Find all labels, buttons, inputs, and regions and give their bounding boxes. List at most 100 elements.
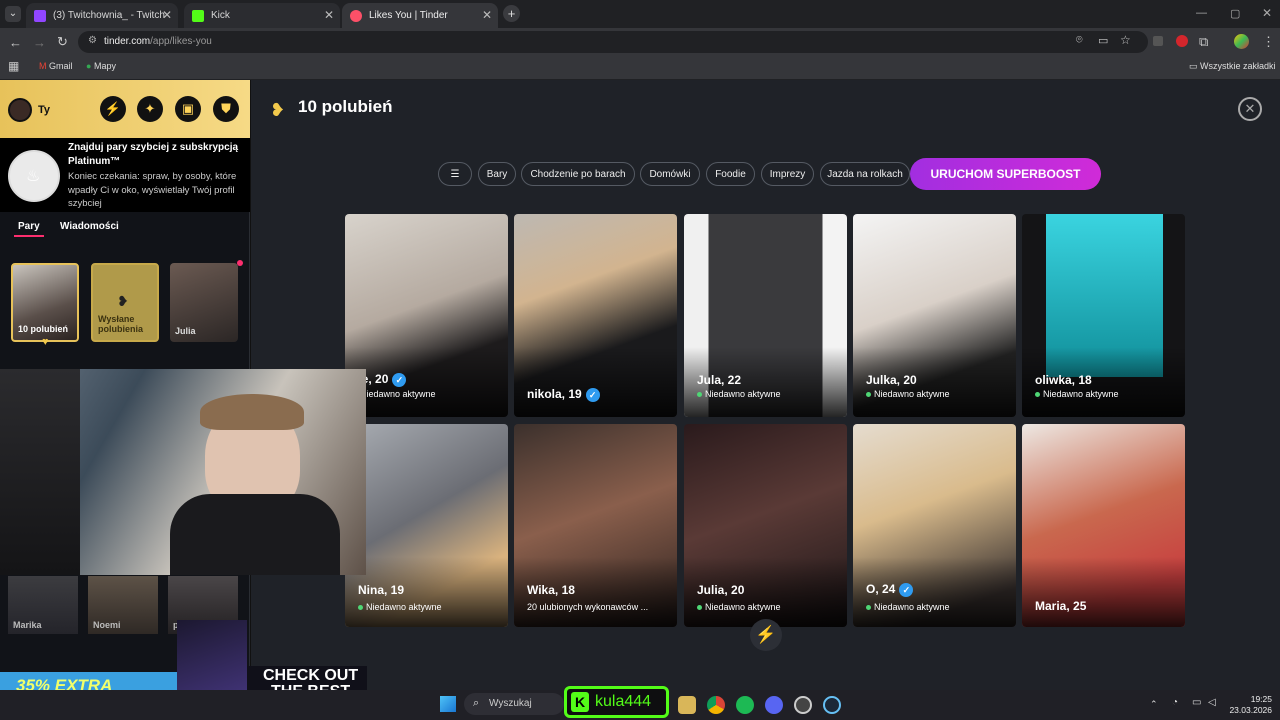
bookmark-gmail[interactable]: M Gmail <box>39 61 73 71</box>
all-bookmarks-button[interactable]: ▭ Wszystkie zakładki <box>1189 61 1276 72</box>
profile-card[interactable]: Maria, 25 <box>1022 424 1185 627</box>
profile-name: nikola, 19 <box>527 387 582 402</box>
discord-icon[interactable] <box>765 696 783 714</box>
display-icon[interactable]: ▭ <box>1192 697 1201 708</box>
filter-chip[interactable]: Imprezy <box>761 162 814 186</box>
taskbar-search[interactable]: ⌕ Wyszukaj <box>464 693 564 715</box>
tab-kick[interactable]: Kick ✕ <box>184 3 340 28</box>
url-field[interactable]: ⚙ tinder.com/app/likes-you ⌾ ▭ ☆ <box>78 31 1148 53</box>
profile-name: Jula, 22 <box>697 373 742 387</box>
profile-card[interactable]: oliwka, 18 <box>1022 214 1185 417</box>
clock-date: 23.03.2026 <box>1229 705 1272 715</box>
apps-grid-icon[interactable]: ▦ <box>8 59 19 73</box>
clock[interactable]: 19:25 23.03.2026 <box>1228 694 1272 716</box>
tab-messages[interactable]: Wiadomości <box>60 221 119 232</box>
card-shade <box>514 347 677 417</box>
back-icon[interactable]: ← <box>9 35 22 50</box>
likes-count-card[interactable]: 10 polubień <box>11 263 79 342</box>
profile-avatar[interactable] <box>1234 34 1249 49</box>
bookmark-label: Gmail <box>49 61 73 71</box>
webcam-overlay <box>0 369 366 575</box>
close-window-button[interactable]: ✕ <box>1262 6 1272 20</box>
sent-hearts-icon: ❥ <box>117 293 129 309</box>
search-placeholder: Wyszukaj <box>489 698 532 709</box>
filter-chip[interactable]: Chodzenie po barach <box>521 162 635 186</box>
tab-twitch[interactable]: (3) Twitchownia_ - Twitch ✕ <box>26 3 178 28</box>
boost-bolt-button[interactable]: ⚡ <box>750 619 782 651</box>
match-card-noemi[interactable]: Noemi <box>88 576 158 634</box>
card-shade <box>1022 557 1185 627</box>
briefcase-icon[interactable]: ▣ <box>175 96 201 122</box>
verified-badge-icon: ✓ <box>585 388 600 402</box>
profile-name: O, 24 <box>866 582 896 597</box>
profile-card[interactable]: Jula, 22 <box>684 214 847 417</box>
cast-icon[interactable]: ▭ <box>1098 34 1108 47</box>
spotify-icon[interactable] <box>736 696 754 714</box>
tab-matches[interactable]: Pary <box>18 221 40 232</box>
filter-settings-button[interactable]: ☰ <box>438 162 472 186</box>
match-card-julia[interactable]: Julia <box>170 263 238 342</box>
profile-card[interactable]: Wika, 18 20 ulubionych wykonawców ... <box>514 424 677 627</box>
extension-red-icon[interactable] <box>1176 35 1188 47</box>
profile-card[interactable]: O, 24 ✓ Niedawno aktywne <box>853 424 1016 627</box>
filter-chip[interactable]: Foodie <box>706 162 755 186</box>
tab-search-button[interactable]: ⌄ <box>5 6 21 22</box>
twitch-icon <box>34 9 46 22</box>
maximize-button[interactable]: ▢ <box>1230 7 1240 20</box>
volume-icon[interactable]: ◁ <box>1208 697 1216 708</box>
site-info-icon[interactable]: ⚙ <box>88 35 97 46</box>
close-icon[interactable]: ✕ <box>1238 97 1262 121</box>
folder-icon: ▭ <box>1189 61 1198 71</box>
profile-card[interactable]: Julia, 20 Niedawno aktywne <box>684 424 847 627</box>
sent-likes-card[interactable]: ❥ Wysłane polubienia <box>91 263 159 342</box>
tab-tinder[interactable]: Likes You | Tinder ✕ <box>342 3 498 28</box>
gold-hearts-icon: ❥ <box>270 100 286 120</box>
status-text: Niedawno aktywne <box>1043 389 1119 399</box>
bookmark-maps[interactable]: ● Mapy <box>86 61 116 71</box>
menu-dots-icon[interactable]: ⋮ <box>1262 34 1275 50</box>
profile-name-row: O, 24 ✓ <box>866 582 914 597</box>
maps-pin-icon: ● <box>86 61 92 71</box>
user-avatar[interactable] <box>8 98 32 122</box>
new-tab-button[interactable]: + <box>503 5 520 22</box>
profile-name: Julka, 20 <box>866 373 917 387</box>
close-tab-icon[interactable]: ✕ <box>162 8 172 22</box>
user-name[interactable]: Ty <box>38 104 50 116</box>
extension-icon[interactable] <box>1153 36 1163 46</box>
close-tab-icon[interactable]: ✕ <box>482 8 492 22</box>
online-dot <box>866 605 871 611</box>
forward-icon[interactable]: → <box>33 35 46 50</box>
bookmark-label: Mapy <box>93 61 116 71</box>
file-explorer-icon[interactable] <box>678 696 696 714</box>
reload-icon[interactable]: ↻ <box>57 34 68 50</box>
superboost-button[interactable]: URUCHOM SUPERBOOST <box>910 158 1101 190</box>
filter-chip[interactable]: Domówki <box>640 162 700 186</box>
promo-text: Koniec czekania: spraw, by osoby, które … <box>68 171 237 209</box>
profile-status: Niedawno aktywne <box>697 602 781 612</box>
platinum-promo[interactable]: ♨ Znajduj pary szybciej z subskrypcją Pl… <box>0 138 250 212</box>
obs-icon[interactable] <box>794 696 812 714</box>
boost-icon[interactable]: ⚡ <box>100 96 126 122</box>
tinder-flame-icon <box>350 9 362 22</box>
profile-card[interactable]: Nina, 19 Niedawno aktywne <box>345 424 508 627</box>
network-icon[interactable]: ◔ <box>1172 697 1178 708</box>
profile-card[interactable]: oyce, 20 ✓ <box>345 214 508 417</box>
profile-status: Niedawno aktywne <box>1035 389 1119 399</box>
shield-icon[interactable]: ⛊ <box>213 96 239 122</box>
close-tab-icon[interactable]: ✕ <box>324 8 334 22</box>
filter-chip[interactable]: Jazda na rolkach <box>820 162 910 186</box>
profile-card[interactable]: nikola, 19 ✓ <box>514 214 677 417</box>
minimize-button[interactable]: — <box>1196 7 1207 19</box>
windows-start-icon[interactable] <box>440 696 456 712</box>
match-card-marika[interactable]: Marika <box>8 576 78 634</box>
tray-chevron-icon[interactable]: ⌃ <box>1150 699 1158 710</box>
profile-card[interactable]: Julka, 20 <box>853 214 1016 417</box>
match-name: Marika <box>13 620 42 630</box>
steam-icon[interactable] <box>823 696 841 714</box>
explore-compass-icon[interactable]: ✦ <box>137 96 163 122</box>
location-icon[interactable]: ⌾ <box>1076 34 1083 47</box>
bookmark-star-icon[interactable]: ☆ <box>1120 33 1131 47</box>
chrome-icon[interactable] <box>707 696 725 714</box>
extensions-puzzle-icon[interactable]: ⧉ <box>1199 34 1208 50</box>
filter-chip[interactable]: Bary <box>478 162 516 186</box>
